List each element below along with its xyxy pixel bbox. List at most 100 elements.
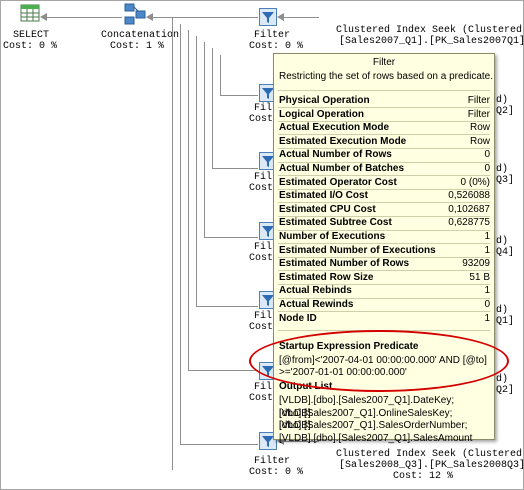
concatenation-label: Concatenation <box>101 30 180 41</box>
tooltip-property-row: Estimated Subtree Cost 0,628775 <box>279 216 490 230</box>
tooltip-property-row: Actual Rebinds 1 <box>279 284 490 298</box>
filter-label: Filter <box>254 456 291 467</box>
plan-connector <box>148 17 258 18</box>
plan-connector <box>212 168 258 169</box>
filter-label: Filter <box>254 30 291 41</box>
plan-connector <box>204 42 205 237</box>
tooltip-divider <box>278 90 490 91</box>
seek-object: [Sales2007_Q1].[PK_Sales2007Q1] <box>339 36 524 47</box>
tooltip-property-row: Estimated Number of Rows 93209 <box>279 257 490 271</box>
tooltip-property-row: Actual Execution Mode Row <box>279 121 490 135</box>
arrow-head <box>146 13 153 21</box>
concatenation-cost: Cost: 1 % <box>110 41 165 52</box>
plan-connector <box>196 306 258 307</box>
tooltip-property-row: Actual Number of Rows 0 <box>279 148 490 162</box>
plan-connector <box>188 370 258 371</box>
property-value: Filter <box>467 95 490 106</box>
property-value: 1 <box>484 285 490 297</box>
property-key: Actual Rebinds <box>279 285 352 297</box>
tooltip-description: Restricting the set of rows based on a p… <box>279 71 494 82</box>
plan-connector <box>196 36 197 306</box>
property-value: 0 <box>484 299 490 310</box>
property-value: 0 (0%) <box>460 176 490 188</box>
arrow-head <box>40 13 47 21</box>
property-value: Row <box>469 135 490 147</box>
tooltip-property-row: Actual Rewinds 0 <box>279 298 490 312</box>
tooltip-property-row: Estimated Number of Executions 1 <box>279 244 490 258</box>
property-value: 1 <box>484 312 490 324</box>
select-icon <box>20 4 40 22</box>
seek-object-partial: Q4] <box>496 247 515 258</box>
property-key: Actual Rewinds <box>279 299 354 310</box>
plan-connector <box>220 95 258 96</box>
select-label: SELECT <box>13 30 50 41</box>
plan-connector <box>180 444 258 445</box>
seek-object: [Sales2008_Q3].[PK_Sales2008Q3] <box>339 460 524 471</box>
property-key: Logical Operation <box>279 108 365 120</box>
property-key: Physical Operation <box>279 95 370 106</box>
property-key: Estimated CPU Cost <box>279 203 376 215</box>
seek-label-partial: d) <box>496 305 509 316</box>
concatenation-icon[interactable] <box>124 3 146 25</box>
arrow-head <box>277 13 284 21</box>
property-value: 0,102687 <box>448 203 490 215</box>
plan-connector <box>212 48 213 168</box>
filter-cost: Cost: 0 % <box>249 41 304 52</box>
seek-label-partial: d) <box>496 236 509 247</box>
property-value: 0 <box>484 149 490 161</box>
property-value: 51 B <box>469 271 490 283</box>
plan-connector <box>172 17 173 470</box>
tooltip-property-row: Physical Operation Filter <box>279 94 490 108</box>
tooltip-property-row: Number of Executions 1 <box>279 230 490 244</box>
filter-cost: Cost: 0 % <box>249 467 304 478</box>
output-list-line: [dbo].[Sales2007_Q1].SalesOrderNumber; <box>279 420 468 431</box>
property-key: Estimated Operator Cost <box>279 176 397 188</box>
property-key: Estimated I/O Cost <box>279 190 368 202</box>
property-key: Actual Number of Batches <box>279 163 405 174</box>
seek-label-partial: d) <box>496 95 509 106</box>
property-key: Estimated Subtree Cost <box>279 217 392 229</box>
seek-label-partial: d) <box>496 374 509 385</box>
property-key: Node ID <box>279 312 317 324</box>
tooltip-property-row: Estimated Row Size 51 B <box>279 271 490 285</box>
plan-connector <box>220 55 221 95</box>
property-key: Estimated Number of Rows <box>279 258 410 270</box>
filter-icon[interactable] <box>259 8 277 26</box>
property-key: Estimated Number of Executions <box>279 244 436 256</box>
seek-object-partial: Q1] <box>496 316 515 327</box>
property-value: 1 <box>484 244 490 256</box>
property-value: 0,628775 <box>448 217 490 229</box>
seek-label: Clustered Index Seek (Clustered) <box>336 25 524 36</box>
property-value: Row <box>469 122 490 134</box>
plan-arrow <box>46 17 122 18</box>
seek-object-partial: Q2] <box>496 385 515 396</box>
property-key: Estimated Execution Mode <box>279 135 407 147</box>
tooltip-property-row: Logical Operation Filter <box>279 108 490 122</box>
plan-arrow <box>279 17 319 18</box>
plan-connector <box>204 237 258 238</box>
seek-cost: Cost: 12 % <box>393 471 454 482</box>
property-value: Filter <box>467 108 490 120</box>
tooltip-property-row: Estimated I/O Cost 0,526088 <box>279 189 490 203</box>
property-key: Actual Number of Rows <box>279 149 392 161</box>
highlight-oval <box>249 330 509 392</box>
seek-object-partial: Q3] <box>496 175 515 186</box>
property-key: Actual Execution Mode <box>279 122 390 134</box>
tooltip-property-row: Estimated CPU Cost 0,102687 <box>279 203 490 217</box>
select-cost: Cost: 0 % <box>3 41 58 52</box>
tooltip-title: Filter <box>372 57 396 68</box>
property-value: 93209 <box>462 258 490 270</box>
tooltip-property-row: Node ID 1 <box>279 312 490 326</box>
tooltip-property-row: Actual Number of Batches 0 <box>279 162 490 176</box>
property-key: Estimated Row Size <box>279 271 374 283</box>
output-list-line: [VLDB].[dbo].[Sales2007_Q1].SalesAmount <box>279 432 473 444</box>
property-value: 1 <box>484 231 490 242</box>
tooltip-property-row: Estimated Operator Cost 0 (0%) <box>279 176 490 190</box>
property-value: 0,526088 <box>448 190 490 202</box>
seek-label-partial: d) <box>496 164 509 175</box>
plan-connector <box>188 30 189 370</box>
property-key: Number of Executions <box>279 231 386 242</box>
property-value: 0 <box>484 163 490 174</box>
plan-connector <box>180 24 181 444</box>
seek-object-partial: Q2] <box>496 106 515 117</box>
